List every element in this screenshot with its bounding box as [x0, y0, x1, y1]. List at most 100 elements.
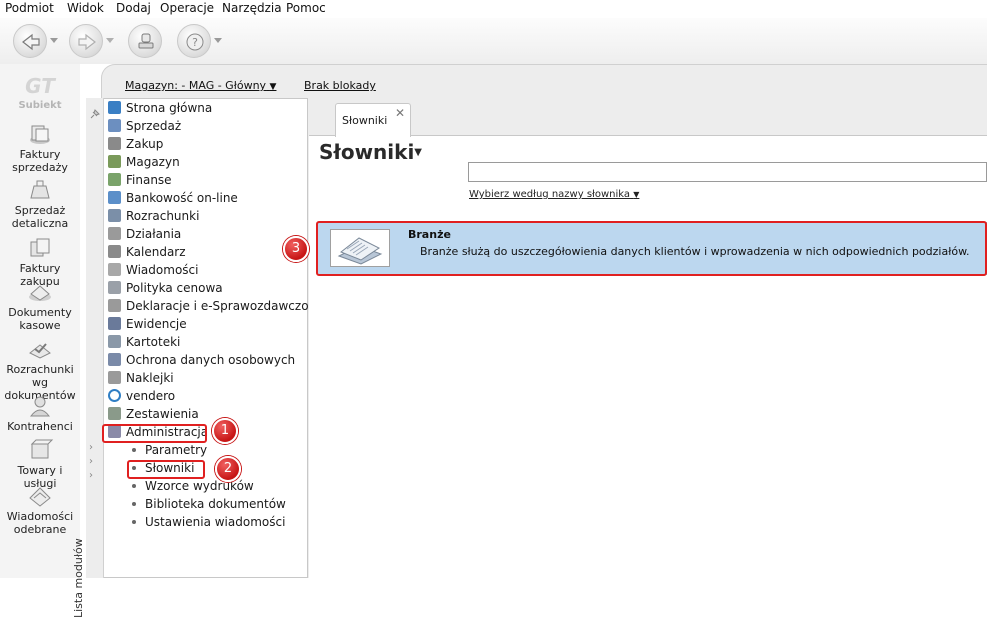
module-naklejki[interactable]: Naklejki — [108, 371, 174, 389]
module-label: Bankowość on-line — [126, 191, 238, 205]
bullet-icon — [132, 502, 136, 506]
nav-dokumenty-kasowe[interactable]: Dokumenty kasowe — [0, 280, 80, 332]
submodule-ustawienia-wiadomosci[interactable]: Ustawienia wiadomości — [132, 515, 285, 533]
nav-faktury-sprzedazy[interactable]: Faktury sprzedaży — [0, 122, 80, 174]
chevron-right-icon[interactable]: › — [89, 442, 93, 453]
gt-logo-icon: GT — [25, 74, 56, 98]
module-rozrachunki[interactable]: Rozrachunki — [108, 209, 199, 227]
chevron-down-icon: ▼ — [633, 190, 640, 199]
nav-label: Faktury sprzedaży — [12, 148, 68, 174]
nav-towary-i-uslugi[interactable]: Towary i usługi — [0, 438, 80, 490]
module-kartoteki[interactable]: Kartoteki — [108, 335, 180, 353]
forward-button[interactable] — [69, 24, 103, 58]
stamp-button[interactable] — [128, 24, 162, 58]
menu-bar: Podmiot Widok Dodaj Operacje Narzędzia P… — [0, 0, 987, 18]
module-bankowosc-online[interactable]: Bankowość on-line — [108, 191, 238, 209]
back-dropdown-icon[interactable] — [50, 38, 58, 44]
forward-dropdown-icon[interactable] — [106, 38, 114, 44]
highlight-branze-row — [316, 221, 987, 276]
brand-name: Subiekt — [18, 100, 62, 111]
toolbar: ? — [0, 18, 987, 64]
calendar-icon — [108, 245, 121, 258]
nav-label: Kontrahenci — [7, 420, 73, 433]
info-bar: Magazyn: - MAG - Główny ▼ Brak blokady — [102, 76, 987, 98]
vendero-icon — [108, 389, 121, 402]
submodule-label: Parametry — [145, 443, 208, 457]
help-button[interactable]: ? — [177, 24, 211, 58]
help-icon: ? — [186, 33, 204, 51]
module-label: Finanse — [126, 173, 172, 187]
menu-pomoc[interactable]: Pomoc — [286, 1, 326, 15]
filter-selector[interactable]: Wybierz według nazwy słownika ▼ — [469, 189, 639, 200]
warehouse-selector[interactable]: Magazyn: - MAG - Główny ▼ — [125, 79, 276, 92]
records-icon — [108, 317, 121, 330]
module-zestawienia[interactable]: Zestawienia — [108, 407, 199, 425]
chevron-right-icon[interactable]: › — [89, 470, 93, 481]
module-sprzedaz[interactable]: Sprzedaż — [108, 119, 181, 137]
module-ewidencje[interactable]: Ewidencje — [108, 317, 187, 335]
files-icon — [108, 335, 121, 348]
back-button[interactable] — [13, 24, 47, 58]
nav-sprzedaz-detaliczna[interactable]: Sprzedaż detaliczna — [0, 178, 80, 230]
menu-dodaj[interactable]: Dodaj — [116, 1, 151, 15]
price-policy-icon — [108, 281, 121, 294]
module-magazyn[interactable]: Magazyn — [108, 155, 180, 173]
nav-rozrachunki-wg-dokumentow[interactable]: Rozrachunki wg dokumentów — [0, 337, 80, 402]
messages-icon — [108, 263, 121, 276]
shield-icon — [108, 353, 121, 366]
svg-text:?: ? — [192, 36, 198, 49]
nav-label: Sprzedaż detaliczna — [11, 204, 69, 230]
warehouse-icon — [108, 155, 121, 168]
settlements-icon — [108, 209, 121, 222]
menu-narzedzia[interactable]: Narzędzia — [222, 1, 282, 15]
nav-kontrahenci[interactable]: Kontrahenci — [0, 394, 80, 433]
chevron-down-icon: ▼ — [269, 82, 277, 92]
module-label: Deklaracje i e-Sprawozdawczość — [126, 299, 322, 313]
highlight-administracja — [102, 424, 207, 443]
declarations-icon — [108, 299, 121, 312]
module-strona-glowna[interactable]: Strona główna — [108, 101, 212, 119]
search-input[interactable] — [468, 162, 987, 182]
chevron-down-icon: ▼ — [414, 147, 422, 158]
module-label: Kalendarz — [126, 245, 186, 259]
step-badge-3: 3 — [283, 236, 309, 262]
module-ochrona-danych[interactable]: Ochrona danych osobowych — [108, 353, 295, 371]
module-label: vendero — [126, 389, 176, 403]
module-zakup[interactable]: Zakup — [108, 137, 163, 155]
contractor-icon — [29, 396, 51, 417]
module-wiadomosci[interactable]: Wiadomości — [108, 263, 198, 281]
nav-label: Dokumenty kasowe — [8, 306, 72, 332]
module-label: Sprzedaż — [126, 119, 182, 133]
bullet-icon — [132, 520, 136, 524]
chevron-right-icon[interactable]: › — [89, 456, 93, 467]
menu-widok[interactable]: Widok — [67, 1, 104, 15]
module-label: Ewidencje — [126, 317, 187, 331]
submodule-parametry[interactable]: Parametry — [132, 443, 207, 461]
page-title[interactable]: Słowniki▼ — [319, 140, 422, 164]
submodule-biblioteka-dokumentow[interactable]: Biblioteka dokumentów — [132, 497, 286, 515]
submodule-wzorce-wydrukow[interactable]: Wzorce wydruków — [132, 479, 254, 497]
menu-podmiot[interactable]: Podmiot — [5, 1, 54, 15]
module-finanse[interactable]: Finanse — [108, 173, 172, 191]
pin-icon[interactable] — [89, 108, 101, 120]
module-dzialania[interactable]: Działania — [108, 227, 181, 245]
module-polityka-cenowa[interactable]: Polityka cenowa — [108, 281, 223, 299]
menu-operacje[interactable]: Operacje — [160, 1, 214, 15]
svg-text:GT: GT — [25, 74, 56, 98]
forward-arrow-icon — [78, 33, 96, 51]
close-icon[interactable]: ✕ — [395, 106, 405, 120]
home-icon — [108, 101, 121, 114]
help-dropdown-icon[interactable] — [214, 38, 222, 44]
bullet-icon — [132, 448, 136, 452]
nav-wiadomosci-odebrane[interactable]: Wiadomości odebrane — [0, 484, 80, 536]
module-list-strip[interactable]: › › › Lista modułów — [72, 98, 104, 618]
actions-icon — [108, 227, 121, 240]
tab-slowniki[interactable]: Słowniki ✕ — [335, 103, 411, 137]
module-kalendarz[interactable]: Kalendarz — [108, 245, 186, 263]
page-title-text: Słowniki — [319, 140, 415, 164]
submodule-label: Wzorce wydruków — [145, 479, 254, 493]
tab-label: Słowniki — [342, 114, 388, 127]
module-vendero[interactable]: vendero — [108, 389, 175, 407]
module-deklaracje[interactable]: Deklaracje i e-Sprawozdawczość — [108, 299, 321, 317]
lock-status-link[interactable]: Brak blokady — [304, 79, 376, 92]
